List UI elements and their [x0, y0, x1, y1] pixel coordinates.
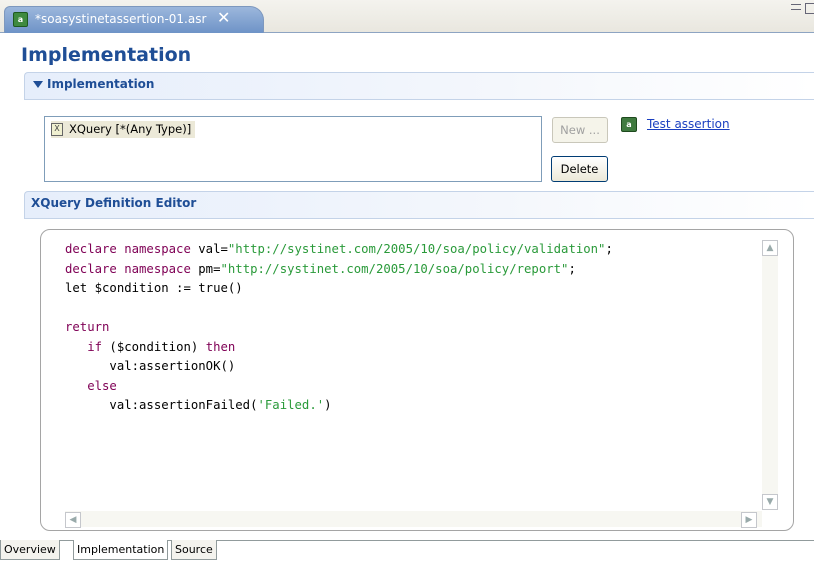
code-token: ): [324, 398, 332, 412]
test-assertion-icon[interactable]: a: [621, 117, 637, 132]
new-button[interactable]: New ...: [552, 117, 608, 143]
code-token: if: [87, 339, 103, 354]
scroll-left-arrow-icon[interactable]: ◀: [65, 512, 81, 528]
code-line: return: [65, 318, 755, 338]
code-line: let $condition := true(): [65, 279, 755, 299]
implementation-section-title: Implementation: [47, 77, 155, 91]
tab-source[interactable]: Source: [171, 540, 217, 560]
xquery-icon: X: [51, 123, 63, 136]
code-token: declare namespace: [65, 242, 191, 256]
code-token: return: [65, 320, 110, 334]
implementation-list[interactable]: X XQuery [*(Any Type)]: [44, 116, 542, 182]
minimize-icon[interactable]: [791, 4, 801, 10]
page-title: Implementation: [21, 44, 192, 66]
horizontal-scrollbar[interactable]: [65, 511, 762, 527]
code-token: "http://systinet.com/2005/10/soa/policy/…: [227, 242, 606, 256]
code-token: 'Failed.': [257, 398, 325, 412]
editor-tab-bar: a *soasystinetassertion-01.asr ✕: [0, 0, 814, 33]
assertion-file-icon: a: [13, 12, 28, 27]
tab-implementation[interactable]: Implementation: [73, 540, 169, 560]
scroll-right-arrow-icon[interactable]: ▶: [741, 512, 757, 528]
close-icon[interactable]: ✕: [217, 8, 230, 27]
delete-button[interactable]: Delete: [551, 156, 608, 182]
vertical-scrollbar[interactable]: [762, 240, 778, 510]
code-token: val:assertionFailed(: [65, 398, 258, 412]
code-line: val:assertionOK(): [65, 357, 755, 377]
editor-tab-title[interactable]: *soasystinetassertion-01.asr: [35, 12, 206, 26]
code-token: ;: [568, 261, 576, 276]
code-token: then: [205, 339, 236, 354]
implementation-section-header[interactable]: Implementation: [24, 72, 814, 100]
code-token: "http://systinet.com/2005/10/soa/policy/…: [220, 261, 569, 276]
tab-overview[interactable]: Overview: [0, 540, 60, 560]
code-token: pm=: [190, 261, 221, 276]
code-line: declare namespace val="http://systinet.c…: [65, 240, 755, 260]
code-token: val:assertionOK(): [65, 359, 236, 373]
code-token: let $condition := true(): [65, 281, 243, 295]
code-line: if ($condition) then: [65, 338, 755, 358]
code-line: val:assertionFailed('Failed.'): [65, 396, 755, 416]
code-text-area[interactable]: declare namespace val="http://systinet.c…: [65, 240, 755, 502]
xquery-code-editor[interactable]: declare namespace val="http://systinet.c…: [40, 229, 794, 531]
list-item-label: XQuery [*(Any Type)]: [69, 122, 192, 136]
code-token: declare namespace: [65, 261, 191, 276]
code-token: val=: [190, 242, 228, 256]
code-token: ;: [605, 242, 613, 256]
xquery-editor-section-title: XQuery Definition Editor: [31, 196, 197, 210]
test-assertion-link[interactable]: Test assertion: [647, 117, 730, 131]
code-token: else: [87, 378, 117, 393]
code-line: declare namespace pm="http://systinet.co…: [65, 260, 755, 280]
scroll-down-arrow-icon[interactable]: ▼: [762, 494, 778, 510]
list-item[interactable]: X XQuery [*(Any Type)]: [51, 121, 196, 138]
maximize-icon[interactable]: [805, 3, 814, 14]
scroll-up-arrow-icon[interactable]: ▲: [762, 240, 778, 256]
code-line: else: [65, 377, 755, 397]
editor-tab[interactable]: a *soasystinetassertion-01.asr ✕: [4, 6, 264, 33]
collapse-triangle-icon[interactable]: [33, 81, 43, 88]
code-token: ($condition): [102, 339, 206, 354]
xquery-editor-section-header: XQuery Definition Editor: [24, 191, 814, 219]
